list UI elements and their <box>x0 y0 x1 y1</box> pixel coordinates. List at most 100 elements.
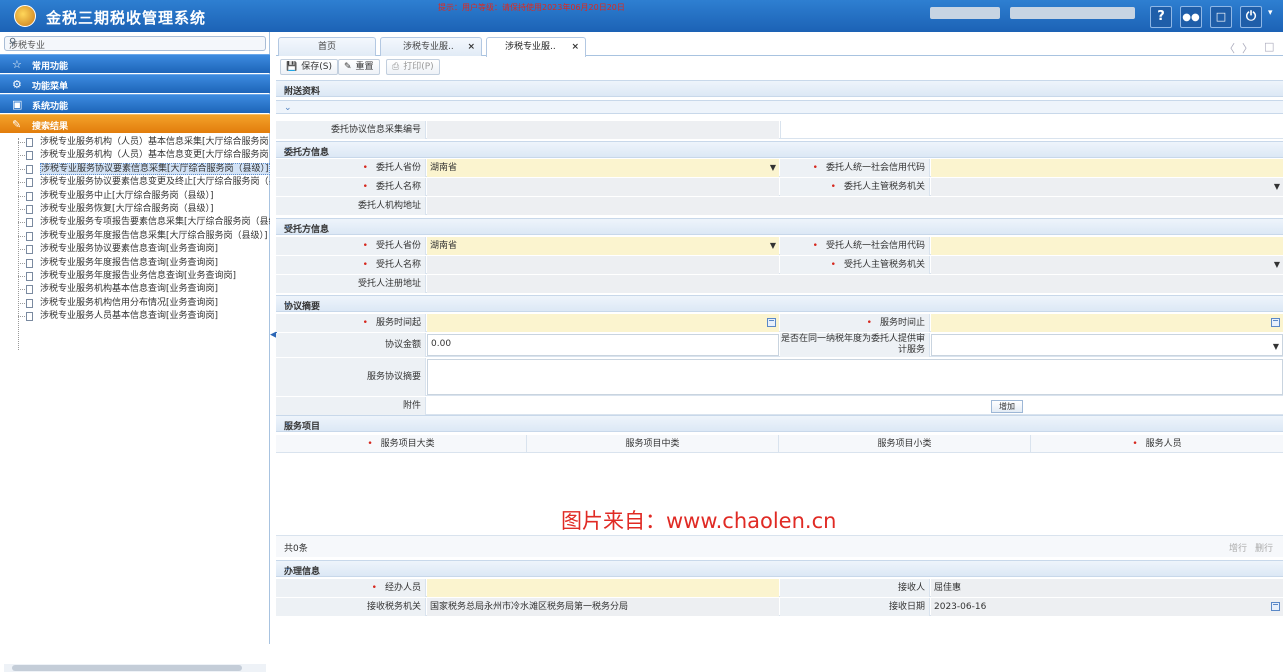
tree-item[interactable]: 涉税专业服务机构信用分布情况[业务查询岗] <box>18 297 270 310</box>
service-start-date[interactable] <box>427 314 779 332</box>
document-icon <box>26 271 33 281</box>
calendar-icon[interactable] <box>1271 602 1280 611</box>
calendar-icon[interactable] <box>767 318 776 327</box>
attachment-cell: 增加 <box>427 397 1283 415</box>
client-credit-input[interactable] <box>931 159 1283 177</box>
document-icon <box>26 298 33 308</box>
tree-item-selected[interactable]: 涉税专业服务协议要素信息采集[大厅综合服务岗（县级）] <box>18 162 270 176</box>
section-service-items[interactable]: 服务项目 ⌄ <box>276 415 1283 432</box>
chevron-down-icon[interactable]: ▾ <box>1268 8 1273 18</box>
tree-item[interactable]: 涉税专业服务专项报告要素信息采集[大厅综合服务岗（县级 <box>18 216 270 229</box>
main-panel: 首页 涉税专业服.. × 涉税专业服.. × 〈 〉 □ 💾 保存(S) ✎ 重置 ⎙ 打… <box>276 32 1283 644</box>
tree-item[interactable]: 涉税专业服务年度报告信息采集[大厅综合服务岗（县级）] <box>18 230 270 243</box>
search-icon[interactable]: ⚲ <box>9 37 260 48</box>
tab-label: 首页 <box>317 42 336 52</box>
trustee-address-label: 受托人注册地址 <box>276 275 426 293</box>
trustee-name-label: 受托人名称 <box>375 260 421 270</box>
client-name-label-cell: • 委托人名称 <box>276 178 426 196</box>
receiver-field: 屈佳惠 <box>931 579 1283 597</box>
tree-item-label: 涉税专业服务年度报告业务信息查询[业务查询岗] <box>40 270 237 281</box>
save-button[interactable]: 💾 保存(S) <box>280 59 338 75</box>
tab-tax-service-2[interactable]: 涉税专业服.. × <box>486 37 586 57</box>
client-province-select[interactable]: 湖南省 ▼ <box>427 159 779 177</box>
edit-icon: ✎ <box>344 62 352 72</box>
client-row-2: • 委托人名称 • 委托人主管税务机关 ▼ <box>276 178 1283 196</box>
tab-tax-service-1[interactable]: 涉税专业服.. × <box>380 37 482 56</box>
tree-item[interactable]: 涉税专业服务年度报告业务信息查询[业务查询岗] <box>18 270 270 283</box>
chevron-down-icon: ⌄ <box>284 563 292 573</box>
receiver-value: 屈佳惠 <box>934 583 962 593</box>
section-trustee[interactable]: 受托方信息 ⌄ <box>276 218 1283 235</box>
trustee-credit-input[interactable] <box>931 237 1283 255</box>
dropdown-arrow-icon: ▼ <box>1273 260 1280 269</box>
tab-home[interactable]: 首页 <box>278 37 376 56</box>
dropdown-arrow-icon: ▼ <box>769 163 776 172</box>
tab-label: 涉税专业服.. <box>505 42 556 52</box>
help-button[interactable]: ? <box>1150 6 1172 28</box>
sidebar-section-menu[interactable]: ⚙ 功能菜单 <box>0 74 270 93</box>
summary-textarea[interactable] <box>427 359 1283 395</box>
sidebar-section-label: 常用功能 <box>32 62 69 72</box>
tree-item[interactable]: 涉税专业服务协议要素信息变更及终止[大厅综合服务岗（县 <box>18 176 270 189</box>
add-attachment-button[interactable]: 增加 <box>991 400 1023 413</box>
column-header[interactable]: 服务项目中类 <box>527 435 779 453</box>
section-agreement[interactable]: 协议摘要 ⌄ <box>276 295 1283 312</box>
column-header[interactable]: • 服务项目大类 <box>276 435 527 453</box>
tree-item-label: 涉税专业服务年度报告信息查询[业务查询岗] <box>40 257 219 268</box>
tree-item[interactable]: 涉税专业服务人员基本信息查询[业务查询岗] <box>18 310 270 323</box>
trustee-tax-office-select[interactable]: ▼ <box>931 256 1283 274</box>
close-icon[interactable]: × <box>571 38 579 56</box>
users-button[interactable]: ●● <box>1180 6 1202 28</box>
agreement-no-field <box>427 121 779 139</box>
print-button[interactable]: ⎙ 打印(P) <box>386 59 440 75</box>
chevron-down-icon[interactable]: ⌄ <box>284 103 1278 113</box>
tree-item-label: 涉税专业服务协议要素信息采集[大厅综合服务岗（县级）] <box>40 162 270 175</box>
maximize-icon[interactable]: □ <box>1264 40 1274 53</box>
tree-item-label: 涉税专业服务协议要素信息查询[业务查询岗] <box>40 244 219 255</box>
tree-item[interactable]: 涉税专业服务机构（人员）基本信息采集[大厅综合服务岗（ <box>18 136 270 149</box>
chevron-right-icon: › <box>284 83 288 93</box>
search-input[interactable]: 涉税专业 ⚲ <box>4 36 266 51</box>
audit-service-select[interactable]: ▼ <box>931 334 1283 356</box>
close-icon[interactable]: × <box>467 38 475 56</box>
tree-item[interactable]: 涉税专业服务恢复[大厅综合服务岗（县级）] <box>18 203 270 216</box>
tab-scroll-left-icon[interactable]: 〈 <box>1224 40 1235 56</box>
sidebar-section-search-results[interactable]: ✎ 搜索结果 <box>0 114 270 133</box>
reset-button[interactable]: ✎ 重置 <box>338 59 380 75</box>
operator-input[interactable] <box>427 579 779 597</box>
tree-item[interactable]: 涉税专业服务机构（人员）基本信息变更[大厅综合服务岗（ <box>18 149 270 162</box>
column-header[interactable]: • 服务人员 <box>1031 435 1283 453</box>
power-button[interactable]: ⏻ <box>1240 6 1262 28</box>
horizontal-scrollbar[interactable] <box>4 664 266 672</box>
section-handling[interactable]: 办理信息 ⌄ <box>276 560 1283 577</box>
client-credit-label-cell: • 委托人统一社会信用代码 <box>780 159 930 177</box>
tree-item[interactable]: 涉税专业服务中止[大厅综合服务岗（县级）] <box>18 190 270 203</box>
tree-item[interactable]: 涉税专业服务机构基本信息查询[业务查询岗] <box>18 283 270 296</box>
section-attachments[interactable]: 附送资料 › <box>276 80 1283 97</box>
delete-row-button[interactable]: 删行 <box>1255 541 1273 554</box>
trustee-address-field <box>427 275 1283 293</box>
section-client[interactable]: 委托方信息 ⌄ <box>276 141 1283 158</box>
chevron-down-icon: ⌄ <box>284 144 292 154</box>
column-header[interactable]: 服务项目小类 <box>779 435 1031 453</box>
tree-item-label: 涉税专业服务机构信用分布情况[业务查询岗] <box>40 297 219 308</box>
record-count: 共0条 <box>284 544 308 554</box>
tree-item[interactable]: 涉税专业服务年度报告信息查询[业务查询岗] <box>18 257 270 270</box>
agreement-no-label: 委托协议信息采集编号 <box>276 121 426 139</box>
receive-date-field[interactable]: 2023-06-16 <box>931 598 1283 616</box>
add-row-button[interactable]: 增行 <box>1229 541 1247 554</box>
client-tax-office-select[interactable]: ▼ <box>931 178 1283 196</box>
service-end-date[interactable] <box>931 314 1283 332</box>
tree-item[interactable]: 涉税专业服务协议要素信息查询[业务查询岗] <box>18 243 270 256</box>
calendar-icon[interactable] <box>1271 318 1280 327</box>
tree-item-label: 涉税专业服务恢复[大厅综合服务岗（县级）] <box>40 203 214 214</box>
summary-label: 服务协议摘要 <box>276 358 426 396</box>
sidebar-section-favorites[interactable]: ☆ 常用功能 <box>0 54 270 73</box>
tab-scroll-right-icon[interactable]: 〉 <box>1242 40 1253 56</box>
chat-button[interactable]: □ <box>1210 6 1232 28</box>
scrollbar-thumb[interactable] <box>12 665 242 671</box>
sidebar-section-system[interactable]: ▣ 系统功能 <box>0 94 270 113</box>
trustee-province-select[interactable]: 湖南省 ▼ <box>427 237 779 255</box>
amount-input[interactable]: 0.00 <box>427 334 779 356</box>
trustee-province-value: 湖南省 <box>430 241 458 251</box>
